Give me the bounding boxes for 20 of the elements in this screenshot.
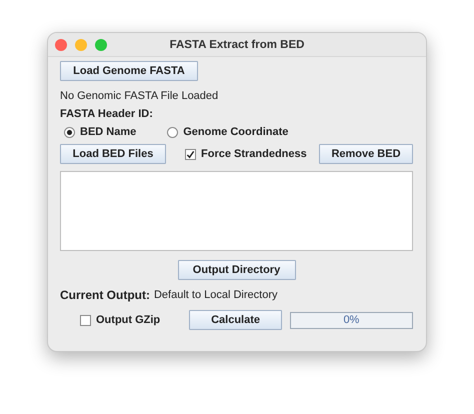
zoom-button[interactable] bbox=[95, 38, 107, 50]
current-output-value: Default to Local Directory bbox=[154, 289, 278, 301]
window-title: FASTA Extract from BED bbox=[170, 38, 304, 50]
output-directory-button[interactable]: Output Directory bbox=[178, 260, 296, 280]
progress-text: 0% bbox=[343, 314, 360, 326]
bed-file-list[interactable] bbox=[60, 171, 413, 251]
close-button[interactable] bbox=[55, 38, 67, 50]
calculate-button[interactable]: Calculate bbox=[189, 310, 282, 330]
genome-status-text: No Genomic FASTA File Loaded bbox=[60, 90, 220, 102]
force-strandedness-checkbox[interactable]: Force Strandedness bbox=[185, 148, 307, 160]
load-bed-button[interactable]: Load BED Files bbox=[60, 144, 166, 164]
output-gzip-checkbox[interactable]: Output GZip bbox=[80, 314, 190, 326]
minimize-button[interactable] bbox=[75, 38, 87, 50]
remove-bed-button[interactable]: Remove BED bbox=[319, 144, 413, 164]
header-id-label: FASTA Header ID: bbox=[60, 108, 154, 120]
radio-option[interactable]: BED Name bbox=[60, 126, 136, 138]
current-output-label: Current Output: bbox=[60, 288, 150, 302]
check-icon bbox=[186, 150, 195, 158]
load-genome-button[interactable]: Load Genome FASTA bbox=[60, 61, 198, 81]
radio-option[interactable]: Genome Coordinate bbox=[163, 126, 288, 138]
